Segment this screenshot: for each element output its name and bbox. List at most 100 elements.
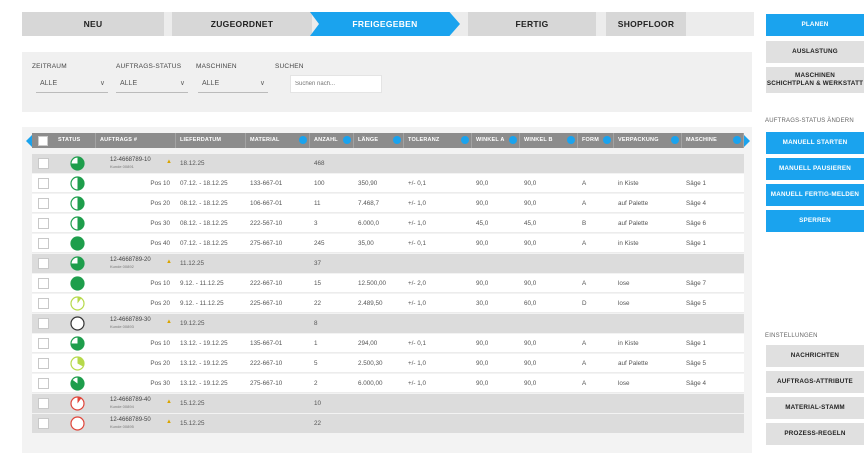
status-progress-icon: [70, 196, 85, 211]
tolerance-cell: +/- 0,1: [408, 340, 427, 347]
row-checkbox[interactable]: [38, 378, 49, 389]
order-customer: Kunde 00895: [110, 424, 134, 429]
material-stamm-button[interactable]: MATERIAL-STAMM: [766, 397, 864, 419]
step-neu[interactable]: NEU: [22, 12, 164, 36]
status-progress-icon: [70, 156, 85, 171]
column-header[interactable]: WINKEL B: [520, 133, 578, 148]
position-row[interactable]: Pos 20 13.12. - 19.12.25 222-667-10 5 2.500,…: [32, 354, 744, 373]
form-cell: A: [582, 380, 587, 387]
row-checkbox[interactable]: [38, 298, 49, 309]
row-checkbox[interactable]: [38, 338, 49, 349]
warning-icon: ▲: [166, 319, 172, 325]
position-row[interactable]: Pos 30 08.12. - 18.12.25 222-567-10 3 6.000,…: [32, 214, 744, 233]
position-row[interactable]: Pos 20 08.12. - 18.12.25 106-667-01 11 7.468…: [32, 194, 744, 213]
order-row[interactable]: 12-4668789-10 Kunde 00891 ▲ 18.12.25 468: [32, 154, 744, 173]
nachrichten-button[interactable]: NACHRICHTEN: [766, 345, 864, 367]
column-header[interactable]: VERPACKUNG: [614, 133, 682, 148]
sort-icon[interactable]: [299, 136, 307, 144]
column-header[interactable]: ANZAHL: [310, 133, 354, 148]
row-checkbox[interactable]: [38, 418, 49, 429]
delivery-date-cell: 13.12. - 19.12.25: [180, 340, 228, 347]
auftrag-status-select[interactable]: ALLE ∨: [116, 75, 188, 93]
angle-b-cell: 90,0: [524, 200, 537, 207]
manuell-fertig-melden-button[interactable]: MANUELL FERTIG-MELDEN: [766, 184, 864, 206]
column-header[interactable]: MATERIAL: [246, 133, 310, 148]
row-checkbox[interactable]: [38, 218, 49, 229]
step-shopfloor[interactable]: SHOPFLOOR: [606, 12, 686, 36]
position-cell: Pos 10: [150, 340, 170, 347]
step-freigegeben[interactable]: FREIGEGEBEN: [310, 12, 460, 36]
order-number[interactable]: 12-4668789-40: [110, 396, 151, 404]
delivery-date-cell: 13.12. - 19.12.25: [180, 380, 228, 387]
order-row[interactable]: 12-4668789-20 Kunde 00892 ▲ 11.12.25 37: [32, 254, 744, 273]
position-row[interactable]: Pos 10 13.12. - 19.12.25 135-667-01 1 294,00…: [32, 334, 744, 353]
column-header[interactable]: LIEFERDATUM: [176, 133, 246, 148]
row-checkbox[interactable]: [38, 198, 49, 209]
sort-icon[interactable]: [509, 136, 517, 144]
order-number[interactable]: 12-4668789-30: [110, 316, 151, 324]
order-row[interactable]: 12-4668789-30 Kunde 00893 ▲ 19.12.25 8: [32, 314, 744, 333]
manuell-starten-button[interactable]: MANUELL STARTEN: [766, 132, 864, 154]
column-header[interactable]: WINKEL A: [472, 133, 520, 148]
zeitraum-select[interactable]: ALLE ∨: [36, 75, 108, 93]
column-header[interactable]: LÄNGE: [354, 133, 404, 148]
row-checkbox[interactable]: [38, 178, 49, 189]
quantity-cell: 2: [314, 380, 318, 387]
row-checkbox[interactable]: [38, 358, 49, 369]
step-fertig[interactable]: FERTIG: [468, 12, 596, 36]
maschinen-button[interactable]: MASCHINEN SCHICHTPLAN & WERKSTATT: [766, 67, 864, 93]
sort-icon[interactable]: [733, 136, 741, 144]
select-all-checkbox[interactable]: [38, 136, 48, 146]
row-checkbox[interactable]: [38, 318, 49, 329]
auslastung-button[interactable]: AUSLASTUNG: [766, 41, 864, 63]
delivery-date-cell: 07.12. - 18.12.25: [180, 240, 228, 247]
order-number[interactable]: 12-4668789-50: [110, 416, 151, 424]
column-header[interactable]: STATUS: [54, 133, 96, 148]
prozess-regeln-button[interactable]: PROZESS-REGELN: [766, 423, 864, 445]
angle-b-cell: 60,0: [524, 300, 537, 307]
row-checkbox[interactable]: [38, 258, 49, 269]
order-number[interactable]: 12-4668789-20: [110, 256, 151, 264]
material-cell: 135-667-01: [250, 340, 283, 347]
sperren-button[interactable]: SPERREN: [766, 210, 864, 232]
maschinen-select[interactable]: ALLE ∨: [198, 75, 268, 93]
sort-icon[interactable]: [671, 136, 679, 144]
scroll-right-icon[interactable]: [744, 135, 750, 147]
sort-icon[interactable]: [567, 136, 575, 144]
position-row[interactable]: Pos 30 13.12. - 19.12.25 275-667-10 2 6.000,…: [32, 374, 744, 393]
row-checkbox[interactable]: [38, 238, 49, 249]
order-row[interactable]: 12-4668789-40 Kunde 00894 ▲ 15.12.25 10: [32, 394, 744, 413]
warning-icon: ▲: [166, 419, 172, 425]
sort-icon[interactable]: [603, 136, 611, 144]
column-header[interactable]: TOLERANZ: [404, 133, 472, 148]
tolerance-cell: +/- 0,1: [408, 180, 427, 187]
delivery-date-cell: 08.12. - 18.12.25: [180, 220, 228, 227]
step-zugeordnet[interactable]: ZUGEORDNET: [172, 12, 312, 36]
maschinen-button-label: MASCHINEN: [795, 72, 835, 79]
quantity-cell: 1: [314, 340, 318, 347]
packaging-cell: in Kiste: [618, 240, 639, 247]
position-row[interactable]: Pos 10 9.12. - 11.12.25 222-667-10 15 12.500…: [32, 274, 744, 293]
row-checkbox[interactable]: [38, 278, 49, 289]
order-number[interactable]: 12-4668789-10: [110, 156, 151, 164]
column-header[interactable]: MASCHINE: [682, 133, 744, 148]
sort-icon[interactable]: [393, 136, 401, 144]
column-header[interactable]: FORM: [578, 133, 614, 148]
column-header[interactable]: AUFTRAGS #: [96, 133, 176, 148]
manuell-pausieren-button[interactable]: MANUELL PAUSIEREN: [766, 158, 864, 180]
row-checkbox[interactable]: [38, 158, 49, 169]
position-row[interactable]: Pos 20 9.12. - 11.12.25 225-667-10 22 2.489,…: [32, 294, 744, 313]
machine-cell: Säge 4: [686, 200, 706, 207]
order-row[interactable]: 12-4668789-50 Kunde 00895 ▲ 15.12.25 22: [32, 414, 744, 433]
planen-button[interactable]: PLANEN: [766, 14, 864, 36]
delivery-date-cell: 18.12.25: [180, 160, 205, 167]
sort-icon[interactable]: [343, 136, 351, 144]
position-row[interactable]: Pos 10 07.12. - 18.12.25 133-667-01 100 350,…: [32, 174, 744, 193]
position-row[interactable]: Pos 40 07.12. - 18.12.25 275-667-10 245 35,0…: [32, 234, 744, 253]
row-checkbox[interactable]: [38, 398, 49, 409]
search-input[interactable]: [290, 75, 382, 93]
zeitraum-value: ALLE: [40, 80, 58, 87]
sort-icon[interactable]: [461, 136, 469, 144]
auftrags-attribute-button[interactable]: AUFTRAGS-ATTRIBUTE: [766, 371, 864, 393]
status-progress-icon: [70, 316, 85, 331]
